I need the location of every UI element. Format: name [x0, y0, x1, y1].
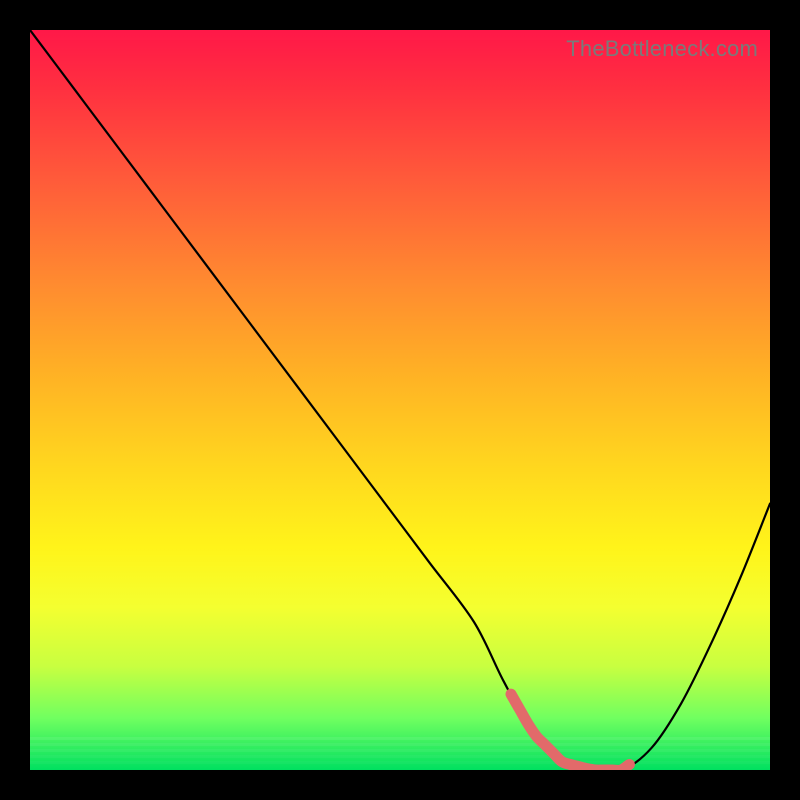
bottleneck-curve-path	[30, 30, 770, 770]
plot-area: TheBottleneck.com	[30, 30, 770, 770]
curve-svg	[30, 30, 770, 770]
chart-stage: TheBottleneck.com	[0, 0, 800, 800]
highlight-segment	[511, 694, 629, 770]
